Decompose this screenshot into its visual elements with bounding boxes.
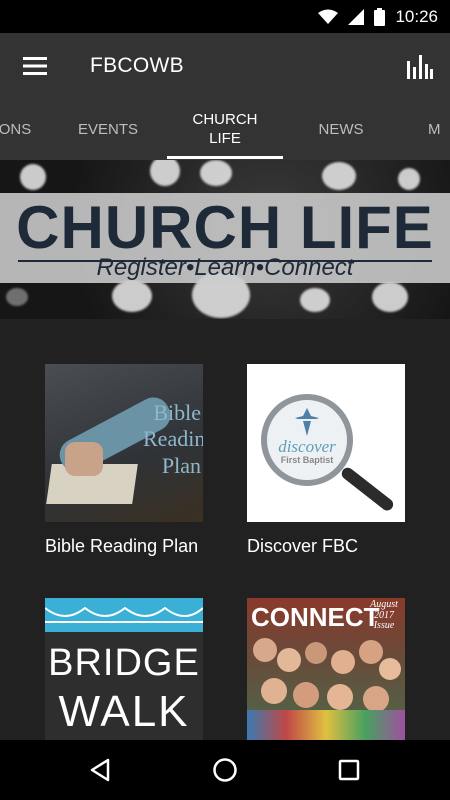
discover-art-text: discover xyxy=(278,437,336,456)
battery-icon xyxy=(374,7,386,26)
child-face xyxy=(305,642,327,664)
tab-indicator xyxy=(167,156,283,159)
home-button[interactable] xyxy=(207,752,243,788)
status-bar: 10:26 xyxy=(0,0,450,33)
recents-button[interactable] xyxy=(331,752,367,788)
issue-art-text: August 2017 Issue xyxy=(365,599,403,632)
child-face xyxy=(379,658,401,680)
walk-art-text: WALK xyxy=(58,687,190,736)
connect-thumbnail: CONNECT August 2017 Issue xyxy=(247,598,405,740)
tab-news[interactable]: NEWS xyxy=(300,100,382,160)
bokeh-light xyxy=(20,164,46,190)
status-time: 10:26 xyxy=(395,6,438,26)
cellular-signal-icon xyxy=(348,8,365,25)
magnifier-handle xyxy=(339,465,396,513)
child-face xyxy=(359,640,383,664)
child-face xyxy=(277,648,301,672)
children-shirts xyxy=(247,710,405,740)
tab-label: ONS xyxy=(0,120,32,138)
back-triangle-icon xyxy=(90,758,110,782)
app-screen: 10:26 FBCOWB ONS EVENTS CHURCH LIFE NEWS… xyxy=(0,0,450,800)
bible-reading-plan-art-text: Bible Reading Plan xyxy=(143,400,203,479)
tab-church-life[interactable]: CHURCH LIFE xyxy=(167,100,283,160)
bokeh-light xyxy=(150,160,180,186)
hands-shape xyxy=(65,442,103,476)
wifi-icon xyxy=(318,9,339,24)
back-button[interactable] xyxy=(82,752,118,788)
app-title: FBCOWB xyxy=(90,54,184,77)
bokeh-light xyxy=(322,162,356,190)
discover-fbc-thumbnail: discover First Baptist xyxy=(247,364,405,522)
card-label: Bible Reading Plan xyxy=(45,536,199,556)
tab-events[interactable]: EVENTS xyxy=(60,100,156,160)
stats-button[interactable] xyxy=(400,47,440,87)
art-line: August xyxy=(370,599,398,610)
app-bar: FBCOWB xyxy=(0,33,450,100)
first-baptist-art-text: First Baptist xyxy=(280,455,334,465)
recents-square-icon xyxy=(338,759,360,781)
tab-bar: ONS EVENTS CHURCH LIFE NEWS M xyxy=(0,100,450,160)
bokeh-light xyxy=(372,282,408,312)
banner-title: CHURCH LIFE xyxy=(16,194,434,261)
cross-logo-icon xyxy=(295,408,319,436)
child-face xyxy=(261,678,287,704)
menu-button[interactable] xyxy=(16,47,54,85)
church-life-banner[interactable]: CHURCH LIFE Register•Learn•Connect xyxy=(0,160,450,319)
child-face xyxy=(331,650,355,674)
art-line: Reading xyxy=(143,426,203,452)
tab-label: CHURCH LIFE xyxy=(192,111,258,147)
bridge-art-text: BRIDGE xyxy=(48,642,200,684)
tab-ons[interactable]: ONS xyxy=(0,100,40,160)
tab-label: EVENTS xyxy=(77,120,138,138)
tab-label: NEWS xyxy=(318,120,364,138)
child-face xyxy=(253,638,277,662)
card-label: Discover FBC xyxy=(247,536,359,556)
bridge-arches-icon xyxy=(45,606,203,623)
bokeh-light xyxy=(300,288,330,312)
system-nav-bar xyxy=(0,740,450,800)
child-face xyxy=(327,684,353,710)
connect-art-text: CONNECT xyxy=(251,602,380,632)
art-line: Bible xyxy=(153,400,201,425)
child-face xyxy=(293,682,319,708)
child-face xyxy=(363,686,389,712)
art-line: Plan xyxy=(161,452,201,478)
banner-subtitle: Register•Learn•Connect xyxy=(96,254,354,281)
tab-more[interactable]: M xyxy=(428,100,450,160)
hamburger-icon xyxy=(23,57,47,75)
art-line: Issue xyxy=(373,620,395,631)
bar-chart-icon xyxy=(407,55,433,79)
bridge-walk-thumbnail: BRIDGE WALK xyxy=(45,598,203,740)
home-circle-icon xyxy=(213,758,237,782)
bokeh-light xyxy=(200,160,232,186)
bokeh-light xyxy=(112,280,152,312)
tab-label: M xyxy=(428,120,441,138)
bokeh-light xyxy=(398,168,420,190)
bible-reading-plan-thumbnail: Bible Reading Plan xyxy=(45,364,203,522)
bokeh-light xyxy=(6,288,28,306)
